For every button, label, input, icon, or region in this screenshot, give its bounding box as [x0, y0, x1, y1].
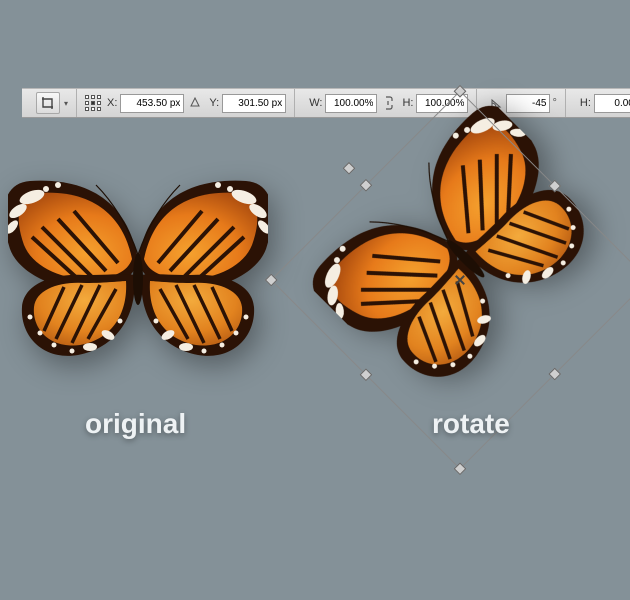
y-input[interactable]	[222, 94, 286, 113]
tool-section: ▾	[28, 89, 77, 117]
skew-h-label: H:	[580, 97, 591, 109]
handle-rotate-distal[interactable]	[343, 162, 356, 175]
handle-top[interactable]	[360, 179, 373, 192]
degree-unit: °	[552, 97, 556, 109]
label-original: original	[85, 408, 186, 440]
rotated-object[interactable]	[294, 87, 626, 419]
skew-section: H: ° V:	[566, 89, 630, 117]
handle-left[interactable]	[360, 368, 373, 381]
h-label: H:	[402, 97, 413, 109]
width-input[interactable]	[325, 94, 377, 113]
original-object[interactable]	[8, 166, 268, 376]
skew-h-input[interactable]	[594, 94, 630, 113]
handle-bottom[interactable]	[548, 368, 561, 381]
x-label: X:	[107, 97, 117, 109]
y-label: Y:	[209, 97, 219, 109]
crop-icon[interactable]	[36, 92, 60, 114]
w-label: W:	[309, 97, 322, 109]
handle-bottom-left[interactable]	[454, 462, 467, 475]
options-bar: ▾ X: Y: W: H: ° H: ° V:	[22, 88, 630, 118]
label-rotate: rotate	[432, 408, 510, 440]
reference-point-icon[interactable]	[85, 95, 101, 111]
canvas[interactable]: original rotate	[0, 118, 630, 600]
position-section: X: Y:	[77, 89, 295, 117]
x-input[interactable]	[120, 94, 184, 113]
link-icon[interactable]	[383, 96, 393, 110]
dropdown-arrow-icon[interactable]: ▾	[64, 99, 68, 108]
angle-input[interactable]	[506, 94, 550, 113]
delta-triangle-icon[interactable]	[190, 97, 200, 110]
